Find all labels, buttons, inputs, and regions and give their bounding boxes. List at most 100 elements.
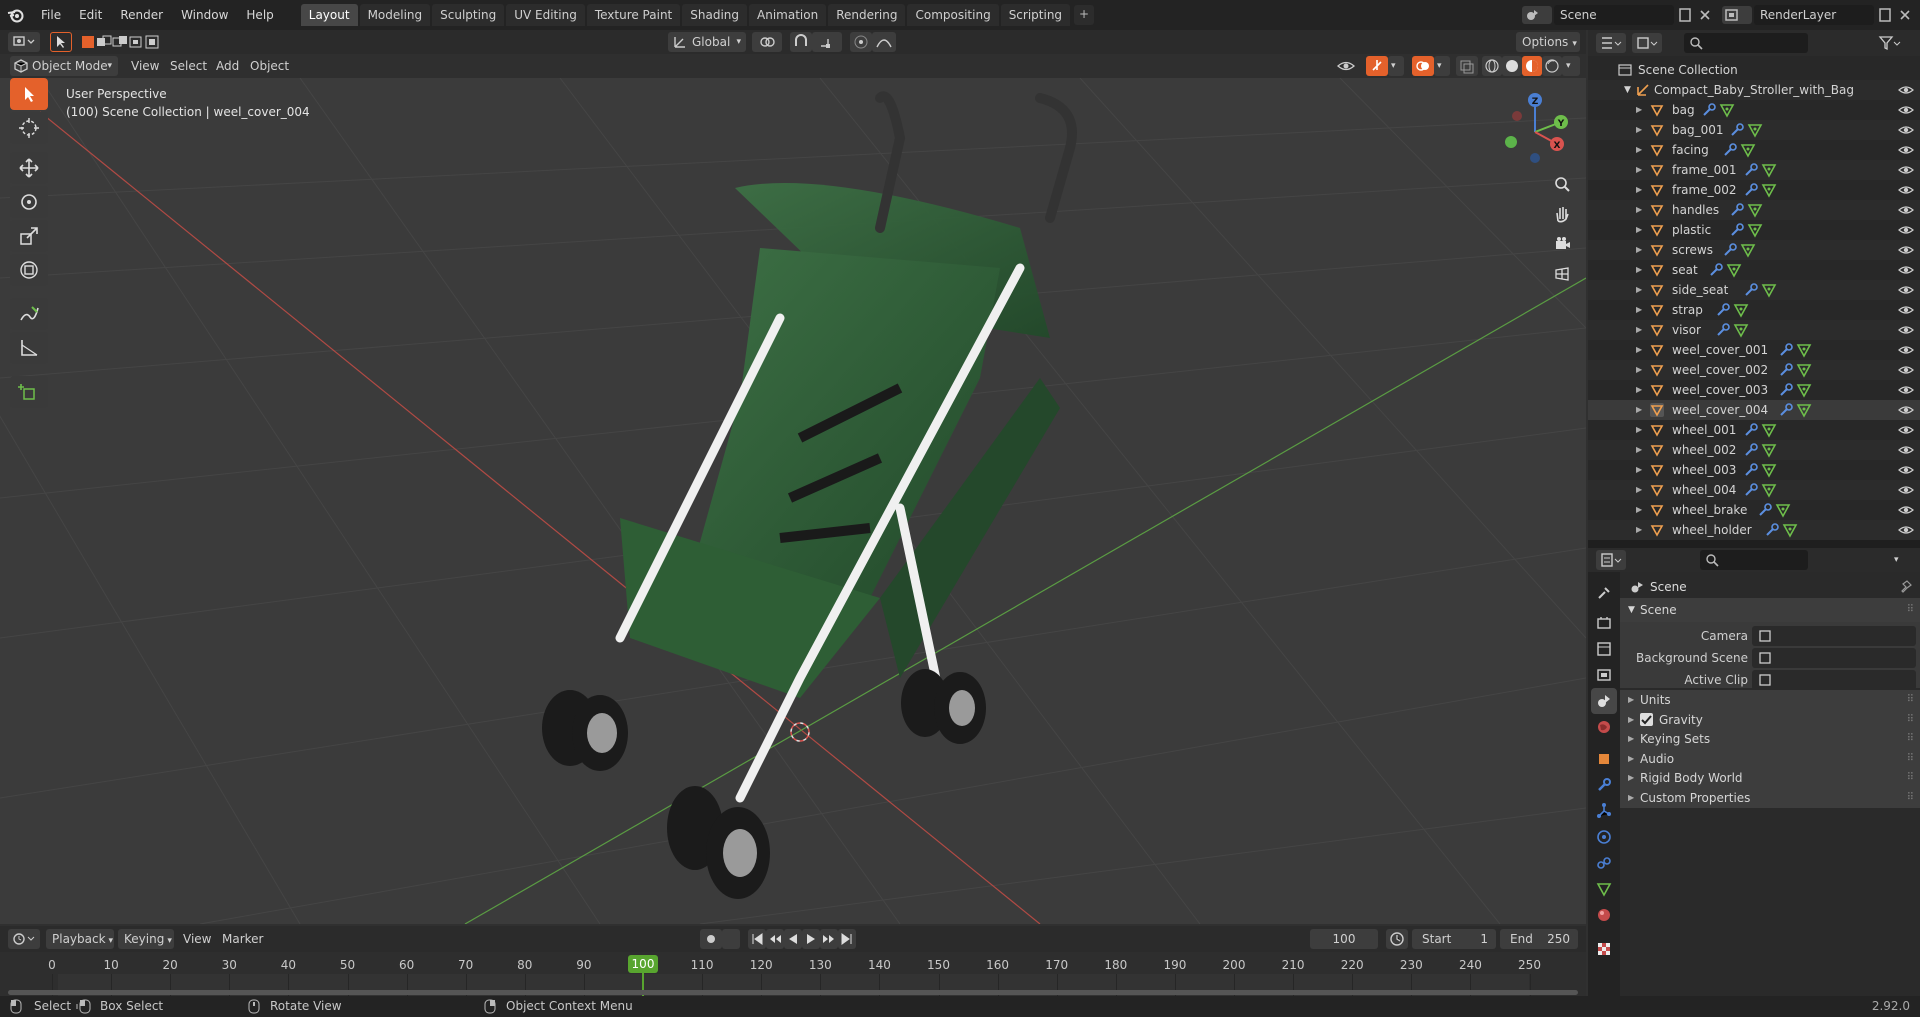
mesh-data-icon[interactable] — [1761, 282, 1777, 298]
subpanel-audio[interactable]: ▶ Audio ⠿ — [1620, 749, 1920, 769]
playback-dropdown[interactable]: Playback ▾ — [46, 929, 114, 949]
keying-dropdown[interactable]: Keying ▾ — [118, 929, 174, 949]
viewport-menu-object[interactable]: Object — [250, 56, 289, 76]
outliner-item-weel-cover-003[interactable]: ▶ weel_cover_003 — [1588, 380, 1920, 400]
tool-measure[interactable] — [10, 332, 48, 364]
mesh-data-icon[interactable] — [1796, 402, 1812, 418]
outliner-item-weel-cover-001[interactable]: ▶ weel_cover_001 — [1588, 340, 1920, 360]
mesh-data-icon[interactable] — [1726, 262, 1742, 278]
mesh-data-icon[interactable] — [1761, 422, 1777, 438]
mesh-data-icon[interactable] — [1782, 522, 1798, 538]
mesh-data-icon[interactable] — [1775, 502, 1791, 518]
scene-icon[interactable] — [1522, 6, 1552, 24]
mesh-data-icon[interactable] — [1747, 122, 1763, 138]
new-render-layer-icon[interactable] — [1876, 6, 1894, 24]
tab-shading[interactable]: Shading — [682, 4, 747, 26]
mesh-data-icon[interactable] — [1719, 102, 1735, 118]
tab-object[interactable] — [1591, 746, 1617, 772]
outliner-item-visor[interactable]: ▶ visor — [1588, 320, 1920, 340]
playhead-frame-label[interactable]: 100 — [628, 955, 658, 973]
expand-arrow-icon[interactable]: ▶ — [1636, 160, 1642, 180]
tool-add-cube[interactable] — [10, 376, 48, 408]
tool-annotate[interactable] — [10, 298, 48, 330]
options-dropdown[interactable]: Options ▾ — [1516, 32, 1580, 52]
add-workspace-button[interactable]: + — [1074, 5, 1095, 25]
tab-world[interactable] — [1591, 714, 1617, 740]
gizmo-toggle[interactable] — [1366, 56, 1388, 76]
tool-transform[interactable] — [10, 254, 48, 286]
pan-view-button[interactable] — [1550, 202, 1574, 226]
transform-orientation-dropdown[interactable]: Global ▾ — [668, 32, 746, 52]
properties-search-input[interactable] — [1700, 550, 1808, 570]
tab-modifiers[interactable] — [1591, 772, 1617, 798]
tab-animation[interactable]: Animation — [749, 4, 827, 26]
expand-arrow-icon[interactable]: ▶ — [1636, 120, 1642, 140]
outliner-item-wheel-001[interactable]: ▶ wheel_001 — [1588, 420, 1920, 440]
outliner-scene-collection[interactable]: Scene Collection — [1588, 60, 1920, 80]
menu-window[interactable]: Window — [172, 0, 237, 30]
tab-modeling[interactable]: Modeling — [359, 4, 431, 26]
tool-cursor[interactable] — [10, 112, 48, 144]
menu-file[interactable]: File — [32, 0, 70, 30]
outliner-item-seat[interactable]: ▶ seat — [1588, 260, 1920, 280]
wrench-icon[interactable] — [1743, 162, 1759, 178]
wrench-icon[interactable] — [1778, 342, 1794, 358]
outliner-item-frame-001[interactable]: ▶ frame_001 — [1588, 160, 1920, 180]
expand-arrow-icon[interactable]: ▶ — [1636, 500, 1642, 520]
preview-range-toggle[interactable] — [1386, 929, 1408, 949]
mesh-data-icon[interactable] — [1761, 482, 1777, 498]
mode-dropdown[interactable]: Object Mode ▾ — [10, 56, 118, 76]
select-mode-intersect-icon[interactable] — [144, 34, 160, 50]
viewport-menu-view[interactable]: View — [131, 56, 159, 76]
expand-arrow-icon[interactable]: ▶ — [1636, 480, 1642, 500]
tab-texture[interactable] — [1591, 936, 1617, 962]
outliner-item-handles[interactable]: ▶ handles — [1588, 200, 1920, 220]
wrench-icon[interactable] — [1722, 142, 1738, 158]
tab-physics[interactable] — [1591, 824, 1617, 850]
subpanel-units[interactable]: ▶ Units ⠿ — [1620, 690, 1920, 710]
tab-layout[interactable]: Layout — [300, 4, 358, 26]
wrench-icon[interactable] — [1708, 262, 1724, 278]
wrench-icon[interactable] — [1743, 462, 1759, 478]
outliner-item-bag[interactable]: ▶ bag — [1588, 100, 1920, 120]
properties-options-dropdown[interactable]: ▾ — [1888, 550, 1912, 570]
outliner-item-wheel-003[interactable]: ▶ wheel_003 — [1588, 460, 1920, 480]
wrench-icon[interactable] — [1778, 382, 1794, 398]
mesh-data-icon[interactable] — [1761, 162, 1777, 178]
shading-material-button[interactable] — [1522, 56, 1542, 76]
outliner-item-wheel-004[interactable]: ▶ wheel_004 — [1588, 480, 1920, 500]
shading-dropdown[interactable]: ▾ — [1562, 56, 1580, 76]
tab-output[interactable] — [1591, 636, 1617, 662]
area-divider[interactable] — [1588, 540, 1920, 548]
expand-arrow-icon[interactable]: ▶ — [1636, 340, 1642, 360]
timeline-menu-view[interactable]: View — [183, 929, 211, 949]
tool-select-box[interactable] — [10, 78, 48, 110]
expand-arrow-icon[interactable]: ▶ — [1636, 360, 1642, 380]
jump-start-button[interactable] — [748, 929, 766, 949]
current-frame-field[interactable]: 100 — [1310, 929, 1378, 949]
expand-arrow-icon[interactable]: ▶ — [1636, 440, 1642, 460]
subpanel-rigid-body-world[interactable]: ▶ Rigid Body World ⠿ — [1620, 768, 1920, 788]
toggle-ortho-button[interactable] — [1550, 262, 1574, 286]
wrench-icon[interactable] — [1778, 402, 1794, 418]
subpanel-gravity[interactable]: ▶ Gravity ⠿ — [1620, 710, 1920, 730]
mesh-data-icon[interactable] — [1761, 442, 1777, 458]
auto-keying-toggle[interactable] — [700, 929, 722, 949]
outliner-item-strap[interactable]: ▶ strap — [1588, 300, 1920, 320]
outliner-item-wheel-holder[interactable]: ▶ wheel_holder — [1588, 520, 1920, 540]
editor-type-button[interactable] — [8, 32, 40, 52]
wrench-icon[interactable] — [1743, 442, 1759, 458]
active-tool-select-box-icon[interactable] — [50, 32, 72, 52]
outliner-item-side-seat[interactable]: ▶ side_seat — [1588, 280, 1920, 300]
tab-rendering[interactable]: Rendering — [828, 4, 906, 26]
wrench-icon[interactable] — [1757, 502, 1773, 518]
wrench-icon[interactable] — [1722, 242, 1738, 258]
tool-move[interactable] — [10, 152, 48, 184]
tab-compositing[interactable]: Compositing — [907, 4, 999, 26]
mesh-data-icon[interactable] — [1796, 382, 1812, 398]
start-frame-field[interactable]: Start 1 — [1412, 929, 1496, 949]
tab-texture-paint[interactable]: Texture Paint — [586, 4, 681, 26]
tab-data[interactable] — [1591, 876, 1617, 902]
play-button[interactable] — [802, 929, 820, 949]
outliner-item-facing[interactable]: ▶ facing — [1588, 140, 1920, 160]
